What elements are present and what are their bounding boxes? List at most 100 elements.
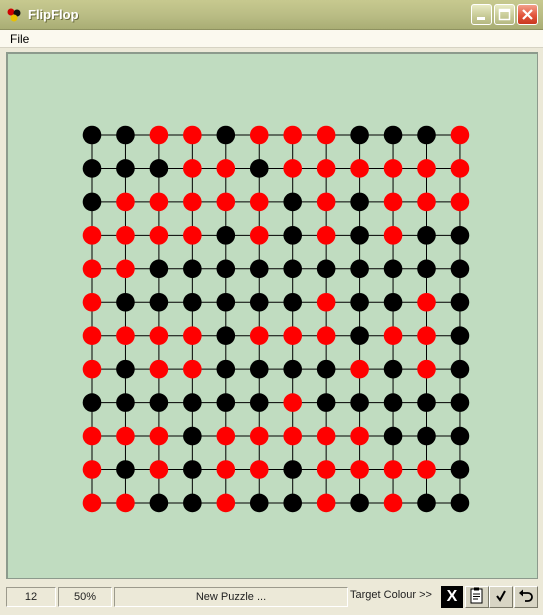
menu-file[interactable]: File xyxy=(10,32,29,46)
board-cell-red[interactable] xyxy=(417,159,436,178)
board-cell-red[interactable] xyxy=(183,226,202,245)
board-cell-black[interactable] xyxy=(450,326,470,346)
board-cell-black[interactable] xyxy=(350,226,369,245)
board-cell-black[interactable] xyxy=(383,292,403,312)
board-cell-red[interactable] xyxy=(149,460,169,479)
board-cell-black[interactable] xyxy=(249,292,269,312)
undo-button[interactable] xyxy=(514,586,538,608)
board-cell-red[interactable] xyxy=(183,359,202,379)
board-cell-red[interactable] xyxy=(350,426,369,446)
board-cell-black[interactable] xyxy=(149,159,169,178)
board-cell-black[interactable] xyxy=(183,393,202,412)
board-cell-red[interactable] xyxy=(383,493,403,513)
board-cell-red[interactable] xyxy=(216,460,236,479)
board-cell-black[interactable] xyxy=(283,192,303,212)
board-cell-red[interactable] xyxy=(383,226,403,245)
board-cell-black[interactable] xyxy=(82,192,102,212)
board-cell-black[interactable] xyxy=(383,426,403,446)
board-cell-black[interactable] xyxy=(283,359,303,379)
board-cell-red[interactable] xyxy=(116,226,135,245)
board-cell-red[interactable] xyxy=(149,326,169,346)
board-cell-black[interactable] xyxy=(149,259,169,279)
board-cell-black[interactable] xyxy=(283,292,303,312)
board-cell-black[interactable] xyxy=(149,493,169,513)
board-cell-red[interactable] xyxy=(82,493,102,513)
board-cell-black[interactable] xyxy=(183,493,202,513)
board-cell-red[interactable] xyxy=(350,359,369,379)
board-cell-red[interactable] xyxy=(316,125,336,145)
board-cell-black[interactable] xyxy=(216,393,236,412)
maximize-button[interactable] xyxy=(494,4,515,25)
board-cell-black[interactable] xyxy=(350,259,369,279)
board-cell-black[interactable] xyxy=(116,460,135,479)
board-cell-red[interactable] xyxy=(183,125,202,145)
board-cell-red[interactable] xyxy=(82,426,102,446)
board-cell-black[interactable] xyxy=(183,292,202,312)
board-cell-red[interactable] xyxy=(316,326,336,346)
board-cell-red[interactable] xyxy=(183,159,202,178)
board-cell-red[interactable] xyxy=(316,159,336,178)
board-cell-black[interactable] xyxy=(216,259,236,279)
board-cell-black[interactable] xyxy=(283,460,303,479)
board-cell-black[interactable] xyxy=(450,259,470,279)
board-cell-black[interactable] xyxy=(383,259,403,279)
board-cell-red[interactable] xyxy=(116,426,135,446)
board-cell-black[interactable] xyxy=(383,393,403,412)
board-cell-red[interactable] xyxy=(82,326,102,346)
board-cell-black[interactable] xyxy=(383,359,403,379)
board-cell-red[interactable] xyxy=(283,125,303,145)
board-cell-black[interactable] xyxy=(417,259,436,279)
board-cell-black[interactable] xyxy=(450,359,470,379)
board-cell-red[interactable] xyxy=(149,426,169,446)
target-colour-swatch[interactable]: X xyxy=(441,586,463,608)
board-cell-black[interactable] xyxy=(350,493,369,513)
board-cell-black[interactable] xyxy=(216,226,236,245)
board-cell-red[interactable] xyxy=(417,192,436,212)
board-cell-black[interactable] xyxy=(249,393,269,412)
board-cell-red[interactable] xyxy=(283,426,303,446)
board-cell-red[interactable] xyxy=(383,192,403,212)
board-cell-red[interactable] xyxy=(249,460,269,479)
board-cell-black[interactable] xyxy=(183,426,202,446)
board-cell-red[interactable] xyxy=(417,292,436,312)
board-cell-black[interactable] xyxy=(216,125,236,145)
board-cell-black[interactable] xyxy=(216,292,236,312)
board-cell-red[interactable] xyxy=(450,125,470,145)
board-cell-black[interactable] xyxy=(116,125,135,145)
board-cell-red[interactable] xyxy=(116,259,135,279)
board-cell-black[interactable] xyxy=(149,393,169,412)
board-cell-black[interactable] xyxy=(82,393,102,412)
board-cell-red[interactable] xyxy=(249,326,269,346)
board-cell-black[interactable] xyxy=(417,393,436,412)
board-cell-red[interactable] xyxy=(316,426,336,446)
board-cell-black[interactable] xyxy=(116,292,135,312)
board-cell-black[interactable] xyxy=(283,259,303,279)
board-cell-black[interactable] xyxy=(450,426,470,446)
board-cell-black[interactable] xyxy=(116,159,135,178)
board-cell-red[interactable] xyxy=(82,259,102,279)
board-cell-red[interactable] xyxy=(383,460,403,479)
board-cell-red[interactable] xyxy=(249,226,269,245)
board-cell-black[interactable] xyxy=(216,359,236,379)
board-cell-black[interactable] xyxy=(417,226,436,245)
board-cell-black[interactable] xyxy=(183,259,202,279)
board-cell-red[interactable] xyxy=(82,359,102,379)
board-cell-black[interactable] xyxy=(350,326,369,346)
board-cell-red[interactable] xyxy=(216,192,236,212)
board-cell-black[interactable] xyxy=(316,259,336,279)
board-cell-black[interactable] xyxy=(417,493,436,513)
board-cell-black[interactable] xyxy=(316,393,336,412)
board-cell-black[interactable] xyxy=(249,493,269,513)
board-cell-black[interactable] xyxy=(216,326,236,346)
board-cell-black[interactable] xyxy=(450,493,470,513)
board-cell-black[interactable] xyxy=(350,192,369,212)
board-cell-red[interactable] xyxy=(350,460,369,479)
board-cell-red[interactable] xyxy=(216,159,236,178)
board-cell-red[interactable] xyxy=(149,226,169,245)
board-cell-black[interactable] xyxy=(283,226,303,245)
board-cell-red[interactable] xyxy=(249,426,269,446)
board-cell-red[interactable] xyxy=(82,292,102,312)
board-cell-red[interactable] xyxy=(316,292,336,312)
board-cell-red[interactable] xyxy=(183,192,202,212)
board-cell-black[interactable] xyxy=(183,460,202,479)
